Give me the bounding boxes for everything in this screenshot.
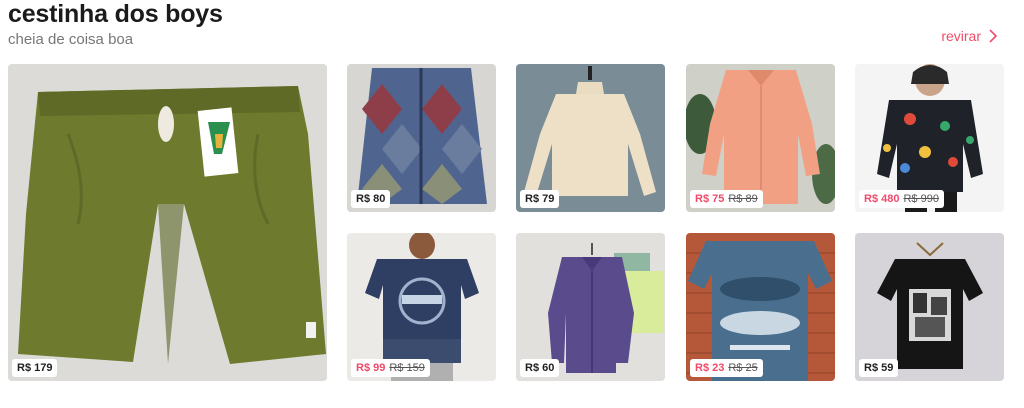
price: R$ 179 bbox=[17, 362, 53, 374]
price-tag: R$ 23 R$ 25 bbox=[690, 359, 763, 377]
price-tag: R$ 59 bbox=[859, 359, 899, 377]
price: R$ 60 bbox=[525, 362, 555, 374]
product-card-hoodie[interactable]: R$ 480 R$ 990 bbox=[855, 64, 1004, 212]
more-link[interactable]: revirar bbox=[941, 28, 998, 44]
price: R$ 75 bbox=[695, 193, 725, 205]
price: R$ 23 bbox=[695, 362, 725, 374]
old-price: R$ 990 bbox=[903, 193, 939, 205]
product-card-redley-tee[interactable]: R$ 99 R$ 159 bbox=[347, 233, 496, 381]
price: R$ 80 bbox=[356, 193, 386, 205]
section-title: cestinha dos boys bbox=[8, 0, 223, 28]
price-tag: R$ 480 R$ 990 bbox=[859, 190, 944, 208]
product-image-shorts bbox=[8, 64, 327, 381]
price-tag: R$ 79 bbox=[520, 190, 560, 208]
old-price: R$ 89 bbox=[728, 193, 758, 205]
product-card-black-tee[interactable]: R$ 59 bbox=[855, 233, 1004, 381]
product-card-turtleneck[interactable]: R$ 79 bbox=[516, 64, 665, 212]
chevron-right-icon bbox=[989, 29, 998, 43]
price: R$ 480 bbox=[864, 193, 900, 205]
price-tag: R$ 60 bbox=[520, 359, 560, 377]
old-price: R$ 25 bbox=[728, 362, 758, 374]
price: R$ 99 bbox=[356, 362, 386, 374]
price-tag: R$ 80 bbox=[351, 190, 391, 208]
product-card-purple-shirt[interactable]: R$ 60 bbox=[516, 233, 665, 381]
old-price: R$ 159 bbox=[389, 362, 425, 374]
product-card-blue-tee[interactable]: R$ 23 R$ 25 bbox=[686, 233, 835, 381]
price-tag: R$ 75 R$ 89 bbox=[690, 190, 763, 208]
section-subtitle: cheia de coisa boa bbox=[8, 31, 134, 48]
price-tag: R$ 99 R$ 159 bbox=[351, 359, 430, 377]
more-link-label: revirar bbox=[941, 28, 981, 44]
price: R$ 79 bbox=[525, 193, 555, 205]
product-card-pink-shirt[interactable]: R$ 75 R$ 89 bbox=[686, 64, 835, 212]
product-card-cardigan[interactable]: R$ 80 bbox=[347, 64, 496, 212]
price-tag: R$ 179 bbox=[12, 359, 58, 377]
price: R$ 59 bbox=[864, 362, 894, 374]
product-card-shorts[interactable]: R$ 179 bbox=[8, 64, 327, 381]
